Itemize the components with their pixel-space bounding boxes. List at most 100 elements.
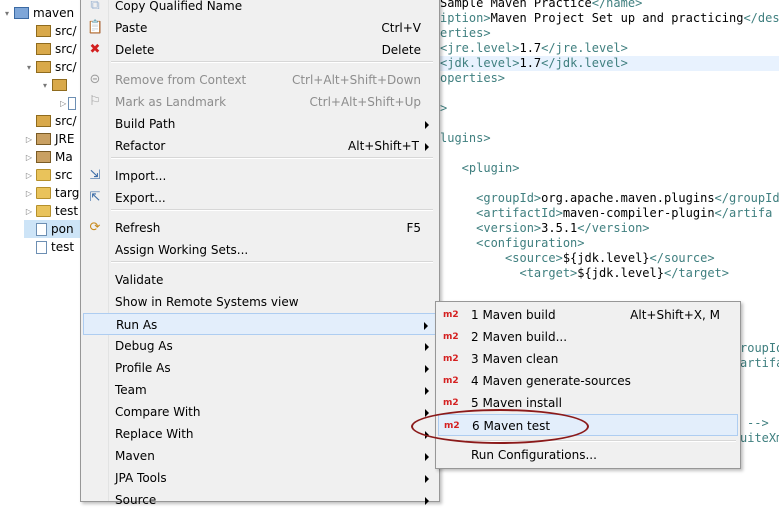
expand-toggle-icon[interactable]: ▷ (24, 135, 34, 144)
menu-item-label: Show in Remote Systems view (115, 295, 299, 309)
submenu-item-6-maven-test[interactable]: m2 6 Maven test (438, 414, 738, 436)
submenu-item-1-maven-build[interactable]: m2 1 Maven build Alt+Shift+X, M (438, 304, 738, 326)
menu-item-run-as[interactable]: Run As (83, 313, 437, 335)
submenu-item-label: 4 Maven generate-sources (471, 374, 631, 388)
menu-item-label: JPA Tools (115, 471, 167, 485)
submenu-arrow-icon (425, 431, 429, 439)
xml-tag: <target> (440, 266, 578, 280)
menu-item-label: Team (115, 383, 147, 397)
submenu-arrow-icon (425, 143, 429, 151)
tree-item[interactable]: ▾ (40, 76, 80, 94)
menu-item-remove-from-context[interactable]: ⊝ Remove from Context Ctrl+Alt+Shift+Down (83, 69, 437, 91)
menu-item-shortcut: Alt+Shift+T (348, 139, 419, 153)
expand-toggle-icon[interactable]: ▷ (24, 153, 34, 162)
xml-tag: </jdk.level> (541, 56, 628, 70)
m2-maven-icon: m2 (444, 421, 460, 431)
xml-text: Maven Project Set up and practicing (490, 11, 744, 25)
menu-item-replace-with[interactable]: Replace With (83, 423, 437, 445)
menu-item-refactor[interactable]: Refactor Alt+Shift+T (83, 135, 437, 157)
tree-item[interactable]: ▷ targ (24, 184, 80, 202)
expand-toggle-icon[interactable]: ▷ (24, 171, 34, 180)
menu-item-import[interactable]: ⇲ Import... (83, 165, 437, 187)
menu-item-source[interactable]: Source (83, 489, 437, 511)
submenu-item-2-maven-build[interactable]: m2 2 Maven build... (438, 326, 738, 348)
refresh-icon: ⟳ (89, 220, 101, 235)
run-as-submenu: m2 1 Maven build Alt+Shift+X, M m2 2 Maven b… (435, 301, 741, 469)
xml-tag: </target> (663, 266, 730, 280)
menu-item-team[interactable]: Team (83, 379, 437, 401)
tree-item[interactable]: ▷ test (24, 202, 80, 220)
xml-text: 3.5.1 (541, 221, 578, 235)
tree-item[interactable]: test (24, 238, 80, 256)
tree-item[interactable]: pon (24, 220, 80, 238)
m2-maven-icon: m2 (443, 332, 459, 342)
xml-tag: <configuration> (440, 236, 585, 250)
menu-item-label: Export... (115, 191, 166, 205)
source-folder-icon (36, 25, 51, 37)
tree-item[interactable]: ▾ maven (2, 4, 80, 22)
menu-item-label: Source (115, 493, 157, 507)
tree-item[interactable]: ▾ src/ (24, 58, 80, 76)
expand-toggle-icon[interactable]: ▷ (24, 189, 34, 198)
xml-tag: roupId (740, 341, 779, 355)
menu-item-label: Remove from Context (115, 73, 247, 87)
xml-tag: operties> (440, 71, 506, 85)
menu-item-export[interactable]: ⇱ Export... (83, 187, 437, 209)
menu-item-assign-working-sets[interactable]: Assign Working Sets... (83, 239, 437, 261)
menu-item-debug-as[interactable]: Debug As (83, 335, 437, 357)
expand-toggle-icon[interactable]: ▾ (24, 63, 34, 72)
menu-item-copy-qualified-name[interactable]: ⧉ Copy Qualified Name (83, 0, 437, 17)
remove-context-icon: ⊝ (89, 72, 101, 87)
menu-item-jpa-tools[interactable]: JPA Tools (83, 467, 437, 489)
menu-item-label: Assign Working Sets... (115, 243, 249, 257)
tree-item[interactable]: src/ (24, 112, 80, 130)
tree-item[interactable]: ▷ JRE (24, 130, 80, 148)
expand-toggle-icon[interactable]: ▷ (24, 207, 34, 216)
menu-item-profile-as[interactable]: Profile As (83, 357, 437, 379)
menu-item-maven[interactable]: Maven (83, 445, 437, 467)
xml-file-icon (36, 222, 47, 236)
xml-tag: --> (747, 416, 769, 430)
menu-item-label: Validate (115, 273, 164, 287)
code-line: erties> (440, 26, 491, 41)
expand-toggle-icon[interactable]: ▷ (60, 99, 66, 108)
menu-item-show-in-remote-systems-view[interactable]: Show in Remote Systems view (83, 291, 437, 313)
expand-toggle-icon[interactable]: ▾ (2, 9, 12, 18)
submenu-item-label: 2 Maven build... (471, 330, 568, 344)
xml-text: ${jdk.level} (562, 251, 650, 265)
submenu-item-5-maven-install[interactable]: m2 5 Maven install (438, 392, 738, 414)
submenu-item-4-maven-generate-sources[interactable]: m2 4 Maven generate-sources (438, 370, 738, 392)
menu-item-label: Compare With (115, 405, 201, 419)
tree-item[interactable]: src/ (24, 40, 80, 58)
menu-item-mark-as-landmark[interactable]: ⚐ Mark as Landmark Ctrl+Alt+Shift+Up (83, 91, 437, 113)
tree-item-label: test (51, 240, 75, 254)
menu-item-label: Build Path (115, 117, 176, 131)
menu-item-build-path[interactable]: Build Path (83, 113, 437, 135)
menu-item-paste[interactable]: 📋 Paste Ctrl+V (83, 17, 437, 39)
tree-item[interactable]: src/ (24, 22, 80, 40)
submenu-arrow-icon (425, 409, 429, 417)
submenu-item-3-maven-clean[interactable]: m2 3 Maven clean (438, 348, 738, 370)
tree-item[interactable]: ▷ Ma (24, 148, 80, 166)
xml-text: ${jdk.level} (577, 266, 664, 280)
tree-item[interactable]: ▷ (60, 94, 80, 112)
code-line: uiteXm (740, 431, 779, 446)
code-line: --> (747, 416, 769, 431)
tree-item[interactable]: ▷ src (24, 166, 80, 184)
menu-item-validate[interactable]: Validate (83, 269, 437, 291)
menu-item-label: Profile As (115, 361, 171, 375)
menu-item-label: Refactor (115, 139, 166, 153)
m2-maven-icon: m2 (443, 354, 459, 364)
import-icon: ⇲ (89, 168, 101, 183)
menu-separator (111, 61, 433, 63)
menu-item-refresh[interactable]: ⟳ Refresh F5 (83, 217, 437, 239)
expand-toggle-icon[interactable]: ▾ (40, 81, 50, 90)
menu-item-compare-with[interactable]: Compare With (83, 401, 437, 423)
code-line: > (440, 101, 447, 116)
code-line: <artifactId>maven-compiler-plugin</artif… (440, 206, 772, 221)
submenu-item-run-configurations[interactable]: Run Configurations... (438, 444, 738, 466)
xml-tag: <artifactId> (440, 206, 563, 220)
submenu-item-label: 3 Maven clean (471, 352, 559, 366)
menu-item-delete[interactable]: ✖ Delete Delete (83, 39, 437, 61)
maven-project-icon (14, 7, 29, 19)
